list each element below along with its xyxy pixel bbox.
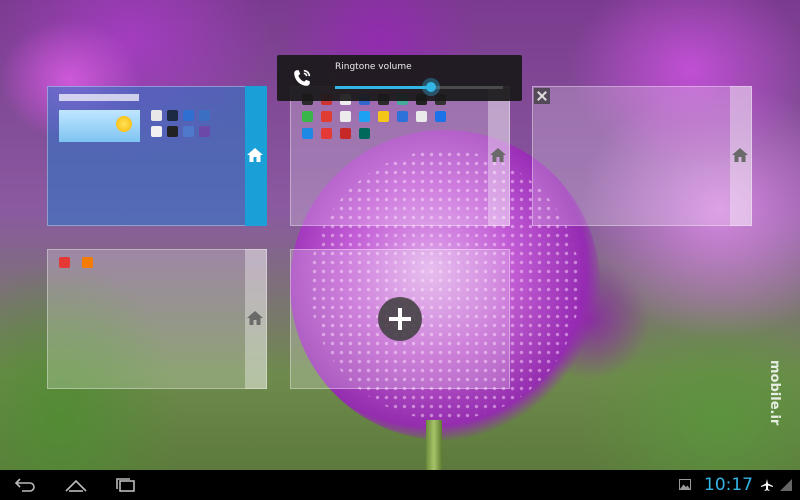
- app-icon: [359, 111, 370, 122]
- app-icon: [321, 128, 332, 139]
- app-icon: [151, 126, 162, 137]
- app-icon: [302, 128, 313, 139]
- home-screen-4[interactable]: [47, 249, 267, 389]
- status-clock: 10:17: [704, 475, 753, 495]
- signal-icon: [780, 479, 792, 491]
- app-icon: [435, 111, 446, 122]
- volume-slider[interactable]: [335, 78, 503, 96]
- app-icon: [59, 257, 70, 268]
- home-screen-3[interactable]: [532, 86, 752, 226]
- home-icon[interactable]: [731, 146, 749, 164]
- app-icon: [321, 111, 332, 122]
- home-icon[interactable]: [246, 146, 264, 164]
- volume-slider-thumb[interactable]: [422, 78, 440, 96]
- volume-popup: Ringtone volume: [277, 55, 522, 101]
- airplane-icon: [761, 479, 773, 491]
- add-home-screen[interactable]: [290, 249, 510, 389]
- home-screen-2-bar: [488, 86, 510, 226]
- app-icon: [340, 128, 351, 139]
- home-screen-4-bar: [245, 249, 267, 389]
- app-icon: [340, 111, 351, 122]
- app-icon: [359, 128, 370, 139]
- app-icon-grid: [151, 110, 210, 137]
- phone-ringtone-icon: [294, 69, 311, 86]
- home-screen-3-bar: [730, 86, 752, 226]
- app-icon: [416, 111, 427, 122]
- home-screen-2[interactable]: [290, 86, 510, 226]
- app-icon-grid: [59, 257, 95, 268]
- back-icon[interactable]: [14, 477, 38, 493]
- app-icon: [151, 110, 162, 121]
- gallery-icon: [679, 479, 691, 490]
- flower-stem: [426, 420, 442, 470]
- home-screen-1[interactable]: [47, 86, 267, 226]
- home-icon[interactable]: [64, 477, 88, 493]
- watermark: mobile.ir: [767, 360, 782, 426]
- app-icon: [302, 111, 313, 122]
- plus-icon[interactable]: [378, 297, 422, 341]
- home-screen-1-bar: [245, 86, 267, 226]
- app-icon: [167, 126, 178, 137]
- home-icon[interactable]: [489, 146, 507, 164]
- app-icon: [183, 126, 194, 137]
- app-icon: [167, 110, 178, 121]
- search-widget: [59, 94, 139, 101]
- sun-icon: [116, 116, 132, 132]
- app-icon: [82, 257, 93, 268]
- app-icon: [397, 111, 408, 122]
- app-icon: [183, 110, 194, 121]
- app-icon: [199, 126, 210, 137]
- volume-title: Ringtone volume: [335, 62, 412, 72]
- weather-widget: [59, 110, 140, 142]
- recent-apps-icon[interactable]: [114, 477, 138, 493]
- app-icon: [199, 110, 210, 121]
- app-icon: [378, 111, 389, 122]
- close-icon[interactable]: [534, 88, 550, 104]
- navigation-bar: 10:17: [0, 470, 800, 500]
- home-icon[interactable]: [246, 309, 264, 327]
- volume-slider-fill: [335, 86, 431, 89]
